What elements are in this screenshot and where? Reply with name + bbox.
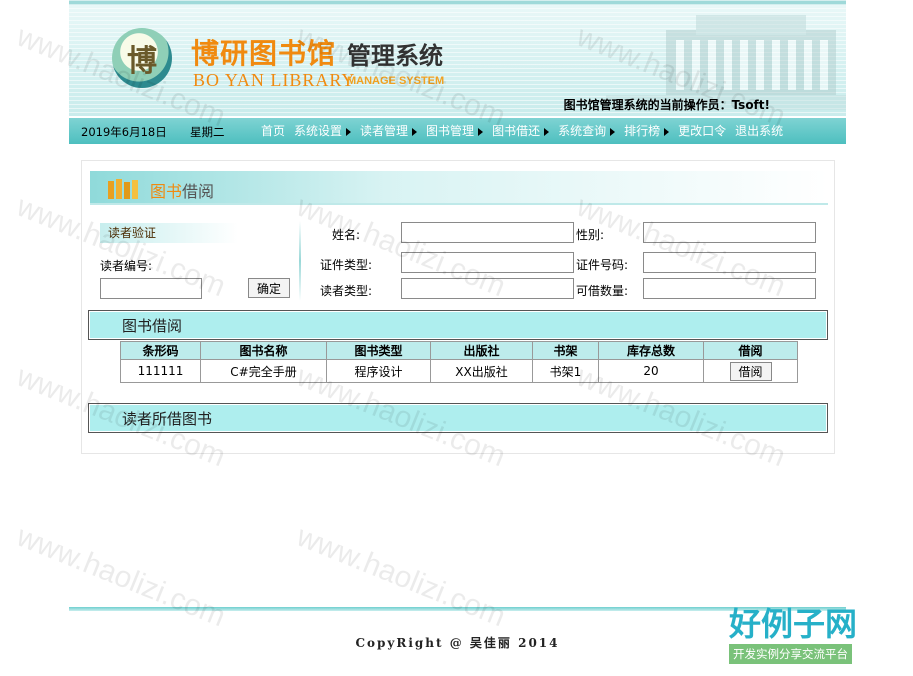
nav-item-label: 退出系统 [735,124,784,138]
book-type-cell: 程序设计 [326,359,431,383]
nav-item-home[interactable]: 首页 [261,118,285,144]
column-header: 图书名称 [200,341,327,360]
name-field[interactable] [401,222,574,243]
nav-item-system-query[interactable]: 系统查询 [558,118,616,144]
nav-item-label: 图书管理 [426,124,475,138]
logo-chinese-name: 博研图书馆 [191,37,337,70]
book-name-cell: C#完全手册 [200,359,327,383]
gender-label: 性别: [576,228,605,242]
logo-english-name: BO YAN LIBRARY [193,70,356,90]
borrowed-books-section-title: 读者所借图书 [122,410,213,428]
logo-english-suffix: MANAGE SYSTEM [347,75,445,87]
seal-char: 博 [127,44,157,79]
main-navbar: 2019年6月18日 星期二 首页 系统设置 读者管理 图书管理 图书借还 系统… [69,118,846,144]
id-type-label: 证件类型: [320,258,373,272]
header-banner: 博 博研图书馆 管理系统 BO YAN LIBRARY MANAGE SYSTE… [69,0,846,116]
panel-title-rest: 借阅 [182,182,215,201]
panel-title-highlight: 图书 [150,182,183,201]
confirm-button[interactable]: 确定 [248,278,290,298]
nav-item-label: 更改口令 [678,124,727,138]
current-weekday: 星期二 [190,125,225,139]
nav-item-system-settings[interactable]: 系统设置 [294,118,352,144]
nav-item-ranking[interactable]: 排行榜 [624,118,670,144]
reader-id-label: 读者编号: [100,259,153,273]
panel-header: 图书借阅 [90,171,828,205]
triangle-right-icon [610,127,616,136]
books-table: 条形码 图书名称 图书类型 出版社 书架 库存总数 借阅 111111 C#完全… [120,341,798,383]
column-header: 出版社 [430,341,533,360]
nav-item-label: 排行榜 [624,124,661,138]
table-row: 111111 C#完全手册 程序设计 XX出版社 书架1 20 借阅 [120,359,798,383]
id-number-label: 证件号码: [576,258,629,272]
nav-item-label: 系统查询 [558,124,607,138]
reader-type-field[interactable] [401,278,574,299]
book-borrow-section-title: 图书借阅 [122,317,183,335]
triangle-right-icon [412,127,418,136]
triangle-right-icon [478,127,484,136]
reader-id-input[interactable] [100,278,202,299]
triangle-right-icon [346,127,352,136]
nav-item-borrow-return[interactable]: 图书借还 [492,118,550,144]
column-header: 库存总数 [598,341,704,360]
book-borrow-section-header: 图书借阅 [88,310,828,340]
gender-field[interactable] [643,222,816,243]
reader-verify-title: 读者验证 [100,223,238,243]
borrow-panel: 图书借阅 读者验证 读者编号: 确定 姓名: 性别: 证件类型: 证件号码: 读… [81,160,835,454]
nav-item-reader-management[interactable]: 读者管理 [360,118,418,144]
current-operator: 图书馆管理系统的当前操作员：Tsoft! [563,98,770,112]
logo-system-name: 管理系统 [347,42,443,70]
publisher-cell: XX出版社 [430,359,533,383]
column-header: 条形码 [120,341,201,360]
brand-name: 好例子网 [729,605,858,643]
reader-type-label: 读者类型: [320,284,373,298]
nav-item-label: 首页 [261,124,286,138]
library-building-graphic [606,15,846,110]
triangle-right-icon [544,127,550,136]
borrowable-count-field[interactable] [643,278,816,299]
nav-item-change-password[interactable]: 更改口令 [678,118,726,144]
brand-tagline: 开发实例分享交流平台 [729,644,852,664]
name-label: 姓名: [332,228,361,242]
nav-item-logout[interactable]: 退出系统 [735,118,783,144]
borrowable-count-label: 可借数量: [576,284,629,298]
borrow-button[interactable]: 借阅 [729,361,772,381]
nav-item-book-management[interactable]: 图书管理 [426,118,484,144]
page-frame: 博 博研图书馆 管理系统 BO YAN LIBRARY MANAGE SYSTE… [69,0,846,676]
nav-item-label: 图书借还 [492,124,541,138]
action-cell: 借阅 [703,359,798,383]
shelf-cell: 书架1 [532,359,599,383]
column-header: 借阅 [703,341,798,360]
column-header: 图书类型 [326,341,431,360]
library-seal-logo: 博 [112,28,172,88]
panel-title: 图书借阅 [150,178,214,202]
nav-item-label: 读者管理 [360,124,409,138]
vertical-divider [299,221,301,301]
barcode-cell: 111111 [120,359,201,383]
books-icon [108,179,138,199]
borrowed-books-section-header: 读者所借图书 [88,403,828,433]
id-number-field[interactable] [643,252,816,273]
table-header-row: 条形码 图书名称 图书类型 出版社 书架 库存总数 借阅 [120,341,798,360]
triangle-right-icon [664,127,670,136]
id-type-field[interactable] [401,252,574,273]
nav-menu: 首页 系统设置 读者管理 图书管理 图书借还 系统查询 排行榜 更改口令 退出系… [261,118,792,144]
stock-cell: 20 [598,359,704,383]
brand-watermark: 好例子网 开发实例分享交流平台 [729,606,879,664]
nav-item-label: 系统设置 [294,124,343,138]
column-header: 书架 [532,341,599,360]
current-date: 2019年6月18日 [81,125,167,139]
